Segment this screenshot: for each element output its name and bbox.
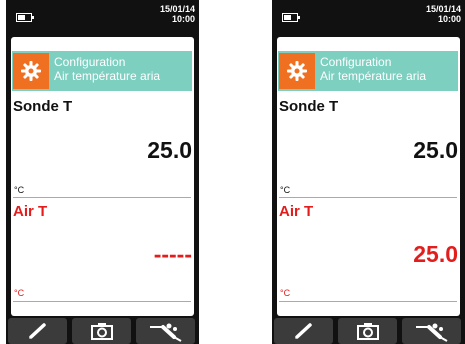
time-text: 10:00: [437, 14, 461, 24]
probe-button[interactable]: [402, 318, 461, 344]
header-text: Configuration Air température aria: [320, 55, 426, 83]
probe-icon: [149, 323, 181, 342]
probe-unit: °C: [14, 185, 25, 195]
separator: [279, 197, 457, 198]
datetime: 15/01/14 10:00: [160, 4, 195, 24]
config-header[interactable]: Configuration Air température aria: [12, 51, 192, 91]
probe-value: 25.0: [147, 137, 192, 163]
screen: Configuration Air température aria Sonde…: [277, 37, 460, 316]
config-header[interactable]: Configuration Air température aria: [278, 51, 458, 91]
header-text: Configuration Air température aria: [54, 55, 160, 83]
toolbar: [6, 318, 199, 344]
battery-icon: [16, 13, 34, 22]
separator: [279, 301, 457, 302]
camera-icon: [356, 323, 379, 340]
air-value: -----: [153, 241, 192, 267]
date-text: 15/01/14: [159, 4, 195, 14]
toolbar: [272, 318, 465, 344]
datetime: 15/01/14 10:00: [426, 4, 461, 24]
air-label: Air T: [279, 203, 314, 220]
camera-icon: [90, 323, 113, 340]
gear-icon: [13, 53, 49, 89]
device-right: 15/01/14 10:00 Configuration Air tempéra…: [272, 0, 465, 344]
header-subtitle: Air température aria: [320, 69, 427, 83]
camera-button[interactable]: [72, 318, 131, 344]
device-left: 15/01/14 10:00 Configuration Air tempéra…: [6, 0, 199, 344]
probe-icon: [415, 323, 447, 342]
separator: [13, 301, 191, 302]
header-title: Configuration: [54, 55, 126, 69]
battery-icon: [282, 13, 300, 22]
status-bar: 15/01/14 10:00: [272, 0, 465, 33]
status-bar: 15/01/14 10:00: [6, 0, 199, 33]
air-value: 25.0: [413, 241, 458, 267]
air-label: Air T: [13, 203, 48, 220]
edit-button[interactable]: [8, 318, 67, 344]
probe-label: Sonde T: [279, 98, 339, 115]
air-unit: °C: [14, 288, 25, 298]
separator: [13, 197, 191, 198]
screen: Configuration Air température aria Sonde…: [11, 37, 194, 316]
date-text: 15/01/14: [425, 4, 461, 14]
edit-button[interactable]: [274, 318, 333, 344]
header-title: Configuration: [320, 55, 392, 69]
gear-icon: [279, 53, 315, 89]
air-unit: °C: [280, 288, 291, 298]
probe-button[interactable]: [136, 318, 195, 344]
time-text: 10:00: [171, 14, 195, 24]
pencil-icon: [294, 323, 312, 339]
header-subtitle: Air température aria: [54, 69, 161, 83]
camera-button[interactable]: [338, 318, 397, 344]
probe-label: Sonde T: [13, 98, 73, 115]
pencil-icon: [28, 323, 46, 339]
probe-value: 25.0: [413, 137, 458, 163]
probe-unit: °C: [280, 185, 291, 195]
